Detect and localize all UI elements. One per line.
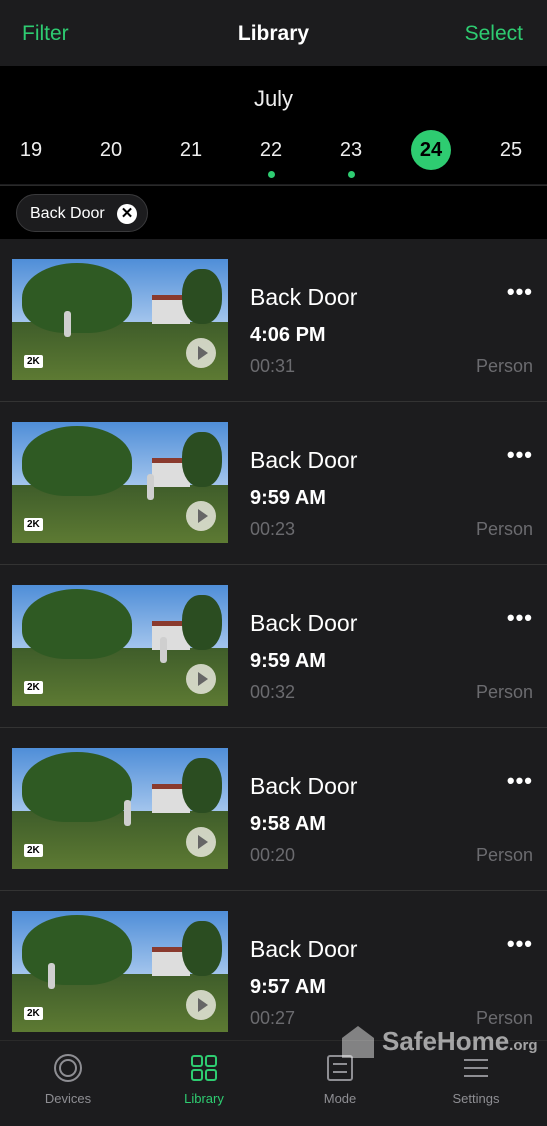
filter-chip-label: Back Door (30, 205, 105, 222)
thumbnail-tree (22, 915, 132, 985)
thumbnail-tree (182, 758, 222, 813)
camera-lens-icon (54, 1054, 82, 1082)
thumbnail-tree (22, 589, 132, 659)
clip-row[interactable]: 2K Back Door 4:06 PM 00:31 Person ••• (0, 239, 547, 402)
thumbnail-tree (22, 263, 132, 333)
clip-detection-tag: Person (475, 356, 533, 376)
day-22[interactable]: 22 (251, 130, 291, 178)
clip-camera-name: Back Door (250, 773, 358, 799)
day-19[interactable]: 19 (11, 130, 51, 170)
clip-detection-tag: Person (475, 845, 533, 865)
select-button[interactable]: Select (465, 22, 523, 46)
day-23[interactable]: 23 (331, 130, 371, 178)
thumbnail-tree (22, 426, 132, 496)
more-options-icon[interactable]: ••• (507, 442, 533, 468)
clip-time: 9:58 AM (250, 813, 326, 835)
tab-library[interactable]: Library (136, 1041, 272, 1126)
tab-settings-label: Settings (452, 1091, 500, 1106)
clip-thumbnail[interactable]: 2K (12, 422, 228, 543)
thumbnail-tree (22, 752, 132, 822)
more-options-icon[interactable]: ••• (507, 605, 533, 631)
clip-row[interactable]: 2K Back Door 9:59 AM 00:32 Person ••• (0, 565, 547, 728)
day-25[interactable]: 25 (491, 130, 531, 170)
clip-thumbnail[interactable]: 2K (12, 911, 228, 1032)
more-options-icon[interactable]: ••• (507, 931, 533, 957)
clip-detection-tag: Person (475, 519, 533, 539)
clip-duration: 00:20 (250, 845, 296, 865)
resolution-badge: 2K (24, 681, 43, 694)
play-icon[interactable] (186, 664, 216, 694)
clip-time: 9:59 AM (250, 650, 326, 672)
tab-library-label: Library (184, 1091, 224, 1106)
filter-chip-back-door[interactable]: Back Door ✕ (16, 194, 148, 232)
resolution-badge: 2K (24, 844, 43, 857)
tab-devices-label: Devices (44, 1091, 92, 1106)
resolution-badge: 2K (24, 1007, 43, 1020)
thumbnail-person (160, 637, 167, 663)
clip-duration: 00:32 (250, 682, 296, 702)
clip-camera-name: Back Door (250, 610, 358, 636)
active-filters-bar: Back Door ✕ (0, 185, 547, 240)
event-dot (348, 171, 355, 178)
thumbnail-tree (182, 432, 222, 487)
event-dot (268, 171, 275, 178)
clip-list: 2K Back Door 4:06 PM 00:31 Person ••• 2K… (0, 239, 547, 1054)
play-icon[interactable] (186, 338, 216, 368)
watermark-brand: SafeHome (382, 1026, 510, 1056)
resolution-badge: 2K (24, 355, 43, 368)
thumbnail-person (64, 311, 71, 337)
clip-duration: 00:27 (250, 1008, 296, 1028)
clip-detection-tag: Person (475, 682, 533, 702)
thumbnail-tree (182, 595, 222, 650)
thumbnail-tree (182, 921, 222, 976)
grid-icon (191, 1055, 217, 1081)
play-icon[interactable] (186, 501, 216, 531)
clip-row[interactable]: 2K Back Door 9:59 AM 00:23 Person ••• (0, 402, 547, 565)
clip-duration: 00:23 (250, 519, 296, 539)
tab-devices[interactable]: Devices (0, 1041, 136, 1126)
thumbnail-tree (182, 269, 222, 324)
clip-duration: 00:31 (250, 356, 296, 376)
month-label: July (253, 86, 294, 111)
thumbnail-person (48, 963, 55, 989)
watermark-text: SafeHome.org (382, 1026, 538, 1057)
close-circle-icon[interactable]: ✕ (117, 204, 137, 224)
clip-camera-name: Back Door (250, 284, 358, 310)
clip-camera-name: Back Door (250, 936, 358, 962)
menu-lines-icon (464, 1059, 488, 1077)
play-icon[interactable] (186, 990, 216, 1020)
day-20[interactable]: 20 (91, 130, 131, 170)
clip-camera-name: Back Door (250, 447, 358, 473)
resolution-badge: 2K (24, 518, 43, 531)
clip-time: 9:59 AM (250, 487, 326, 509)
watermark-suffix: .org (509, 1037, 538, 1054)
clip-thumbnail[interactable]: 2K (12, 748, 228, 869)
thumbnail-person (147, 474, 154, 500)
date-picker: July 19 20 21 22 23 24 25 (0, 66, 547, 184)
top-navigation-bar: Filter Library Select (0, 0, 547, 66)
more-options-icon[interactable]: ••• (507, 768, 533, 794)
clip-thumbnail[interactable]: 2K (12, 585, 228, 706)
house-logo-icon (342, 1026, 374, 1058)
play-icon[interactable] (186, 827, 216, 857)
tab-mode-label: Mode (323, 1091, 357, 1106)
more-options-icon[interactable]: ••• (507, 279, 533, 305)
thumbnail-person (124, 800, 131, 826)
clip-thumbnail[interactable]: 2K (12, 259, 228, 380)
clip-row[interactable]: 2K Back Door 9:58 AM 00:20 Person ••• (0, 728, 547, 891)
clip-time: 9:57 AM (250, 976, 326, 998)
clip-time: 4:06 PM (250, 324, 326, 346)
day-21[interactable]: 21 (171, 130, 211, 170)
day-24-selected[interactable]: 24 (411, 130, 451, 170)
